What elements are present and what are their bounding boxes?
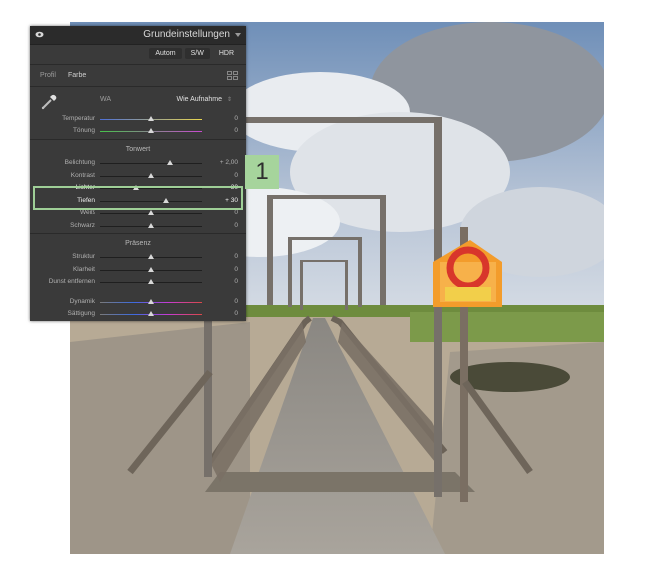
slider-label: Schwarz <box>70 221 95 229</box>
slider-value[interactable]: + 2,00 <box>220 159 238 166</box>
slider-row: Tönung 0 <box>30 127 246 136</box>
basic-adjustments-panel: Grundeinstellungen Autom S/W HDR Profil … <box>30 26 246 321</box>
divider <box>30 233 246 234</box>
profile-label: Profil <box>40 72 56 79</box>
divider <box>30 64 246 65</box>
presence-section-title: Präsenz <box>125 240 151 247</box>
slider-row: Temperatur 0 <box>30 115 246 124</box>
slider-label: Klarheit <box>72 265 95 273</box>
tone-section-title: Tonwert <box>125 146 151 153</box>
slider-label: Belichtung <box>64 159 95 166</box>
slider-value[interactable]: 0 <box>234 115 238 122</box>
slider-knob[interactable] <box>148 254 154 259</box>
slider-knob[interactable] <box>148 128 154 133</box>
slider-knob[interactable] <box>148 172 154 178</box>
divider <box>30 86 246 87</box>
updown-arrow-icon[interactable]: ⇕ <box>227 96 232 103</box>
slider-value[interactable]: 0 <box>234 310 238 317</box>
mode-auto-button[interactable]: Autom <box>149 48 182 59</box>
slider-row: Struktur 0 <box>30 253 246 262</box>
slider-value[interactable]: 0 <box>234 127 238 134</box>
slider-value[interactable]: 0 <box>234 298 238 305</box>
highlights-shadows-highlight <box>33 186 243 210</box>
panel-title: Grundeinstellungen <box>143 29 230 40</box>
slider-label: Kontrast <box>70 171 95 179</box>
slider-label: Dunst entfernen <box>48 278 95 285</box>
white-balance-label: WA <box>100 96 112 103</box>
profile-select[interactable]: Farbe <box>68 72 86 79</box>
slider-knob[interactable] <box>148 298 154 304</box>
panel-header[interactable]: Grundeinstellungen <box>30 26 246 45</box>
divider <box>30 139 246 140</box>
mode-hdr-button[interactable]: HDR <box>213 48 240 59</box>
slider-row: Klarheit 0 <box>30 266 246 275</box>
slider-value[interactable]: 0 <box>234 266 238 273</box>
slider-knob[interactable] <box>148 116 154 121</box>
collapse-triangle-icon[interactable] <box>235 33 241 37</box>
slider-value[interactable]: 0 <box>234 172 238 179</box>
slider-value[interactable]: 0 <box>234 278 238 285</box>
slider-row: Dunst entfernen 0 <box>30 278 246 287</box>
slider-label: Dynamik <box>69 297 95 305</box>
slider-knob[interactable] <box>167 160 174 165</box>
slider-track[interactable] <box>100 163 202 164</box>
slider-row: Sättigung 0 <box>30 310 246 319</box>
slider-label: Sättigung <box>67 310 95 317</box>
slider-row: Weiß 0 <box>30 209 246 218</box>
slider-row: Kontrast 0 <box>30 172 246 181</box>
slider-row: Schwarz 0 <box>30 222 246 231</box>
slider-knob[interactable] <box>148 222 154 228</box>
slider-knob[interactable] <box>148 266 154 272</box>
slider-value[interactable]: 0 <box>234 253 238 260</box>
slider-value[interactable]: 0 <box>234 222 238 229</box>
white-balance-select[interactable]: Wie Aufnahme <box>176 96 222 103</box>
profile-browser-grid-icon[interactable] <box>227 71 238 80</box>
slider-label: Weiß <box>79 209 95 216</box>
slider-knob[interactable] <box>148 210 154 215</box>
eyedropper-icon[interactable] <box>40 93 58 111</box>
callout-badge: 1 <box>245 155 279 189</box>
treatment-modes: Autom S/W HDR <box>149 48 240 59</box>
slider-knob[interactable] <box>148 279 154 284</box>
slider-label: Tönung <box>72 127 95 134</box>
slider-label: Struktur <box>72 253 95 260</box>
slider-value[interactable]: 0 <box>234 209 238 216</box>
slider-knob[interactable] <box>148 311 154 316</box>
mode-bw-button[interactable]: S/W <box>184 48 210 59</box>
eye-icon[interactable] <box>35 31 44 38</box>
slider-row: Belichtung + 2,00 <box>30 159 246 168</box>
slider-label: Temperatur <box>62 115 95 122</box>
slider-row: Dynamik 0 <box>30 298 246 307</box>
